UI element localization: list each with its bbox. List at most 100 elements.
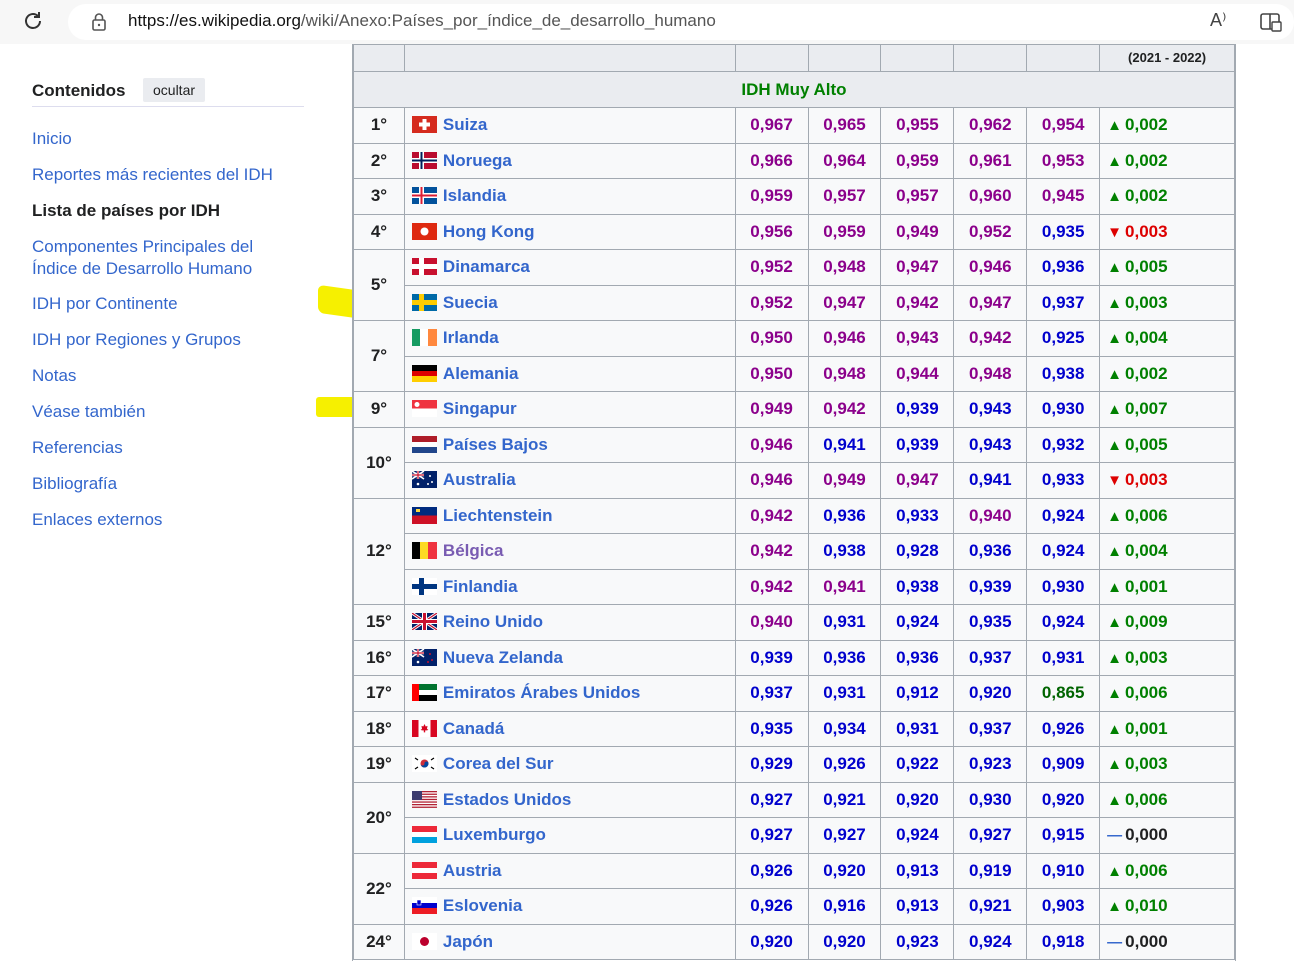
toc-item-inicio[interactable]: Inicio [32, 128, 72, 150]
toc-hide-button[interactable]: ocultar [143, 78, 206, 102]
hdi-value-cell: 0,931 [807, 675, 882, 712]
flag-icon-gb [411, 613, 437, 631]
flag-icon-fi [411, 577, 437, 595]
change-cell: ▲ 0,003 [1099, 284, 1235, 321]
country-cell: Canadá [403, 710, 736, 747]
toc-item-vease[interactable]: Véase también [32, 401, 145, 423]
table-row: Australia 0,946 0,949 0,947 0,941 0,933 ▼ 0,003 [354, 462, 1235, 499]
toc-item-componentes[interactable]: Componentes Principales del Índice de De… [32, 236, 272, 280]
flag-icon-us [411, 790, 437, 808]
flag-icon-no [411, 151, 437, 169]
split-screen-icon[interactable] [1260, 12, 1282, 32]
country-link[interactable]: Suiza [443, 115, 487, 134]
hdi-value-cell: 0,966 [734, 142, 809, 179]
hdi-value-cell: 0,965 [807, 107, 882, 144]
toc-item-lista[interactable]: Lista de países por IDH [32, 200, 220, 222]
hdi-value-cell: 0,940 [734, 604, 809, 641]
toc-item-referencias[interactable]: Referencias [32, 437, 123, 459]
country-link[interactable]: Japón [443, 932, 493, 951]
change-value: 0,002 [1125, 186, 1168, 206]
country-link[interactable]: Bélgica [443, 541, 503, 560]
reload-icon[interactable] [20, 10, 46, 36]
read-aloud-icon[interactable]: A⁾ [1210, 10, 1226, 31]
hdi-value-cell: 0,955 [880, 107, 955, 144]
hdi-value-cell: 0,930 [1026, 391, 1101, 428]
country-link[interactable]: Eslovenia [443, 896, 522, 915]
country-link[interactable]: Liechtenstein [443, 506, 553, 525]
country-link[interactable]: Hong Kong [443, 222, 535, 241]
hdi-value-cell: 0,927 [734, 781, 809, 818]
country-link[interactable]: Irlanda [443, 328, 499, 347]
hdi-value-cell: 0,942 [734, 568, 809, 605]
change-value: 0,003 [1125, 647, 1168, 667]
country-cell: Hong Kong [403, 213, 736, 250]
table-row: Finlandia 0,942 0,941 0,938 0,939 0,930 ▲ 0,001 [354, 568, 1235, 605]
rank-cell: 17° [353, 675, 405, 712]
table-row: 20° Estados Unidos 0,927 0,921 0,920 0,930 0,9… [353, 781, 1235, 854]
country-link[interactable]: Alemania [443, 364, 519, 383]
hdi-value-cell: 0,926 [1026, 710, 1101, 747]
hdi-value-cell: 0,940 [953, 497, 1028, 534]
lock-icon[interactable] [90, 12, 108, 32]
country-link[interactable]: Países Bajos [443, 435, 548, 454]
table-row: 16° Nueva Zelanda 0,939 0,936 0,936 0,937 0,93… [353, 639, 1235, 676]
country-link[interactable]: Dinamarca [443, 257, 530, 276]
hdi-value-cell: 0,926 [734, 888, 809, 925]
country-link[interactable]: Nueva Zelanda [443, 648, 563, 667]
country-link[interactable]: Finlandia [443, 577, 518, 596]
change-cell: ▲ 0,003 [1099, 639, 1235, 676]
hdi-value-cell: 0,941 [807, 426, 882, 463]
country-cell: Luxemburgo [403, 817, 736, 854]
change-cell: ▲ 0,007 [1099, 391, 1235, 428]
country-link[interactable]: Suecia [443, 293, 498, 312]
country-link[interactable]: Australia [443, 470, 516, 489]
toc-item-notas[interactable]: Notas [32, 365, 76, 387]
toc-item-regiones[interactable]: IDH por Regiones y Grupos [32, 329, 241, 351]
hdi-value-cell: 0,946 [734, 426, 809, 463]
flag-icon-ch [411, 116, 437, 134]
change-value: 0,007 [1125, 399, 1168, 419]
change-value: 0,003 [1125, 754, 1168, 774]
hdi-value-cell: 0,938 [1026, 355, 1101, 392]
rank-cell: 16° [353, 639, 405, 676]
country-link[interactable]: Noruega [443, 151, 512, 170]
header-cell [880, 44, 955, 72]
hdi-value-cell: 0,927 [734, 817, 809, 854]
country-link[interactable]: Corea del Sur [443, 754, 554, 773]
hdi-value-cell: 0,943 [953, 426, 1028, 463]
rank-cell: 3° [353, 178, 405, 215]
toc-item-continente[interactable]: IDH por Continente [32, 293, 178, 315]
table-row: 24° Japón 0,920 0,920 0,923 0,924 0,918—0,000 [353, 923, 1235, 960]
increase-icon: ▲ [1107, 365, 1123, 383]
toc-item-reportes[interactable]: Reportes más recientes del IDH [32, 164, 273, 186]
hdi-value-cell: 0,920 [807, 923, 882, 960]
hdi-value-cell: 0,937 [953, 639, 1028, 676]
hdi-value-cell: 0,949 [880, 213, 955, 250]
country-link[interactable]: Singapur [443, 399, 517, 418]
country-link[interactable]: Estados Unidos [443, 790, 571, 809]
hdi-value-cell: 0,921 [807, 781, 882, 818]
hdi-value-cell: 0,947 [807, 284, 882, 321]
hdi-value-cell: 0,920 [807, 852, 882, 889]
hdi-value-cell: 0,931 [1026, 639, 1101, 676]
country-link[interactable]: Islandia [443, 186, 506, 205]
change-value: 0,004 [1125, 541, 1168, 561]
header-cell [1026, 44, 1101, 72]
url-text[interactable]: https://es.wikipedia.org/wiki/Anexo:País… [128, 11, 716, 31]
header-row: (2021 - 2022) [353, 44, 1235, 72]
toc-item-bibliografia[interactable]: Bibliografía [32, 473, 117, 495]
country-link[interactable]: Austria [443, 861, 502, 880]
toc-item-enlaces[interactable]: Enlaces externos [32, 509, 162, 531]
hdi-value-cell: 0,942 [734, 497, 809, 534]
hdi-value-cell: 0,945 [1026, 178, 1101, 215]
country-cell: Eslovenia [403, 888, 736, 925]
country-link[interactable]: Canadá [443, 719, 504, 738]
section-title: IDH Muy Alto [353, 71, 1235, 108]
increase-icon: ▲ [1107, 578, 1123, 596]
change-cell: ▲ 0,001 [1099, 568, 1235, 605]
flag-icon-de [411, 364, 437, 382]
hdi-value-cell: 0,935 [734, 710, 809, 747]
country-link[interactable]: Luxemburgo [443, 825, 546, 844]
country-link[interactable]: Reino Unido [443, 612, 543, 631]
country-link[interactable]: Emiratos Árabes Unidos [443, 683, 640, 702]
